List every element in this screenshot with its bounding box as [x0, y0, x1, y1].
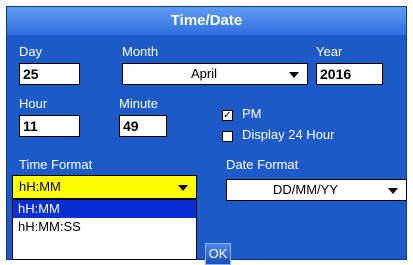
minute-label: Minute	[119, 96, 159, 111]
chevron-down-icon	[388, 188, 398, 194]
chevron-down-icon	[289, 72, 299, 78]
year-label: Year	[316, 44, 343, 59]
minute-input[interactable]: 49	[119, 115, 167, 137]
time-format-select[interactable]: hH:MM	[12, 175, 197, 199]
day-input[interactable]: 25	[19, 63, 80, 85]
pm-label: PM	[242, 106, 262, 121]
dialog-title: Time/Date	[7, 7, 406, 35]
month-select[interactable]: April	[122, 63, 308, 85]
time-format-option[interactable]: hH:MM	[13, 200, 196, 218]
time-format-dropdown: hH:MM hH:MM:SS	[12, 199, 197, 260]
pm-checkbox[interactable]: ✓	[222, 110, 233, 121]
display-24-hour-label: Display 24 Hour	[242, 127, 335, 142]
date-format-label: Date Format	[226, 157, 299, 172]
year-input[interactable]: 2016	[316, 63, 383, 85]
day-label: Day	[19, 44, 43, 59]
month-label: Month	[122, 44, 159, 59]
month-value: April	[190, 66, 217, 81]
ok-button[interactable]: OK	[205, 243, 231, 265]
display-24-hour-checkbox[interactable]	[222, 131, 233, 142]
hour-input[interactable]: 11	[19, 115, 80, 137]
date-format-value: DD/MM/YY	[273, 182, 338, 197]
hour-label: Hour	[19, 96, 48, 111]
chevron-down-icon	[178, 185, 188, 191]
time-format-value: hH:MM	[19, 179, 61, 194]
time-format-option[interactable]: hH:MM:SS	[13, 218, 196, 236]
date-format-select[interactable]: DD/MM/YY	[226, 179, 407, 201]
time-format-label: Time Format	[19, 157, 93, 172]
